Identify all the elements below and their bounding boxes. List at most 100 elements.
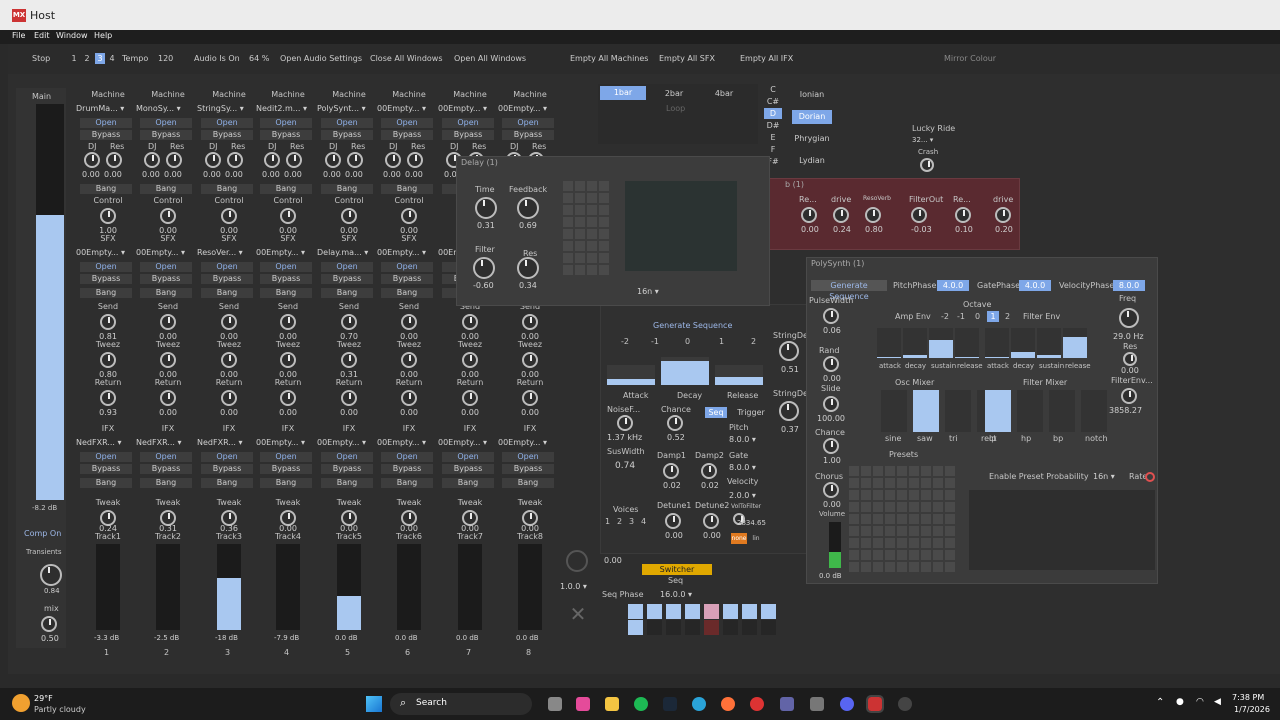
preset-display[interactable]	[969, 490, 1155, 570]
track3-control-knob[interactable]	[221, 208, 237, 224]
track2-machine-select[interactable]: MonoSy... ▾	[136, 104, 181, 113]
track4-open-button[interactable]: Open	[260, 452, 312, 462]
track7-open-button[interactable]: Open	[442, 452, 494, 462]
voice-2[interactable]: 2	[617, 517, 622, 526]
preset-pad[interactable]	[897, 562, 907, 572]
track5-bang-button[interactable]: Bang	[321, 184, 373, 194]
reso-2-knob[interactable]	[865, 207, 881, 223]
preset-pad[interactable]	[849, 538, 859, 548]
note-c[interactable]: C	[764, 84, 782, 95]
preset-pad[interactable]	[885, 538, 895, 548]
track2-number[interactable]: 2	[164, 648, 169, 657]
delay-pad[interactable]	[575, 205, 585, 215]
preset-pad[interactable]	[921, 526, 931, 536]
track8-open-button[interactable]: Open	[502, 118, 554, 128]
preset-pad[interactable]	[921, 490, 931, 500]
preset-pad[interactable]	[933, 490, 943, 500]
octave-minus2[interactable]: -2	[941, 312, 949, 321]
track1-open-button[interactable]: Open	[80, 118, 132, 128]
amp-env-slider[interactable]	[929, 328, 953, 358]
empty-all-machines-button[interactable]: Empty All Machines	[570, 54, 648, 63]
track1-level-meter[interactable]	[96, 544, 120, 630]
note-f[interactable]: F	[764, 144, 782, 155]
mode-ionian[interactable]: Ionian	[792, 88, 832, 102]
track5-control-knob[interactable]	[341, 208, 357, 224]
filter-knob[interactable]	[473, 257, 495, 279]
settings-icon[interactable]	[898, 697, 912, 711]
track1-sfx-select[interactable]: 00Empty... ▾	[76, 248, 125, 257]
track3-bang-button[interactable]: Bang	[201, 478, 253, 488]
audio-status[interactable]: Audio Is On	[194, 54, 240, 63]
clock-time[interactable]: 7:38 PM	[1232, 693, 1264, 702]
delay-pad[interactable]	[587, 265, 597, 275]
track6-sfx-select[interactable]: 00Empty... ▾	[377, 248, 426, 257]
seq-phase-select[interactable]: 16.0.0 ▾	[660, 590, 692, 599]
track4-level-meter[interactable]	[276, 544, 300, 630]
filter-mixer-slider[interactable]	[1017, 390, 1043, 432]
preset-pad[interactable]	[897, 502, 907, 512]
track5-tweez-knob[interactable]	[341, 352, 357, 368]
track2-ifx-select[interactable]: NedFXR... ▾	[136, 438, 182, 447]
track7-level-meter[interactable]	[458, 544, 482, 630]
voice-4[interactable]: 4	[641, 517, 646, 526]
track3-ifx-select[interactable]: NedFXR... ▾	[197, 438, 243, 447]
track2-open-button[interactable]: Open	[140, 262, 192, 272]
preset-pad[interactable]	[909, 538, 919, 548]
mode-phrygian[interactable]: Phrygian	[792, 132, 832, 146]
track3-bypass-button[interactable]: Bypass	[201, 274, 253, 284]
stringdec-knob-1[interactable]	[779, 341, 799, 361]
damp2-knob[interactable]	[701, 463, 717, 479]
preset-pad[interactable]	[873, 514, 883, 524]
track1-tweez-knob[interactable]	[100, 352, 116, 368]
delay-pad[interactable]	[599, 253, 609, 263]
delay-pad[interactable]	[599, 241, 609, 251]
open-all-windows-button[interactable]: Open All Windows	[454, 54, 526, 63]
delay-pad[interactable]	[563, 181, 573, 191]
mode-lydian[interactable]: Lydian	[792, 154, 832, 168]
track8-bang-button[interactable]: Bang	[502, 478, 554, 488]
track3-open-button[interactable]: Open	[201, 262, 253, 272]
delay-pad-grid[interactable]	[563, 181, 609, 275]
track4-control-knob[interactable]	[280, 208, 296, 224]
preset-pad[interactable]	[921, 502, 931, 512]
preset-pad[interactable]	[945, 502, 955, 512]
delay-pad[interactable]	[575, 217, 585, 227]
discord-icon[interactable]	[840, 697, 854, 711]
preset-pad[interactable]	[909, 550, 919, 560]
pulsewidth-knob[interactable]	[823, 308, 839, 324]
mode-dorian[interactable]: Dorian	[792, 110, 832, 124]
preset-pad[interactable]	[945, 466, 955, 476]
track1-control-knob[interactable]	[100, 208, 116, 224]
volume-meter[interactable]	[829, 522, 841, 568]
1bar-button[interactable]: 1bar	[600, 86, 646, 100]
step-minus1[interactable]: -1	[651, 337, 659, 346]
env-attack-slider[interactable]	[607, 365, 655, 385]
track5-machine-select[interactable]: PolySynt... ▾	[317, 104, 366, 113]
track3-res-knob[interactable]	[227, 152, 243, 168]
preset-pad[interactable]	[861, 514, 871, 524]
seq-step[interactable]	[723, 604, 738, 619]
velphase-value[interactable]: 8.0.0	[1113, 280, 1145, 291]
note-dsharp[interactable]: D#	[764, 120, 782, 131]
preset-pad[interactable]	[897, 526, 907, 536]
preset-pad[interactable]	[885, 490, 895, 500]
preset-pad[interactable]	[933, 526, 943, 536]
step-minus2[interactable]: -2	[621, 337, 629, 346]
octave-2[interactable]: 2	[1005, 312, 1010, 321]
track4-send-knob[interactable]	[280, 314, 296, 330]
track2-ret-knob[interactable]	[160, 390, 176, 406]
track2-bypass-button[interactable]: Bypass	[140, 130, 192, 140]
track2-bang-button[interactable]: Bang	[140, 184, 192, 194]
delay-pad[interactable]	[587, 241, 597, 251]
filter-env-slider[interactable]	[1063, 328, 1087, 358]
track3-bang-button[interactable]: Bang	[201, 184, 253, 194]
track3-open-button[interactable]: Open	[201, 452, 253, 462]
track5-res-knob[interactable]	[347, 152, 363, 168]
track4-dj-knob[interactable]	[264, 152, 280, 168]
track1-bypass-button[interactable]: Bypass	[80, 274, 132, 284]
open-audio-settings-button[interactable]: Open Audio Settings	[280, 54, 362, 63]
track6-res-knob[interactable]	[407, 152, 423, 168]
menu-edit[interactable]: Edit	[34, 31, 50, 40]
delay-pad[interactable]	[587, 205, 597, 215]
track2-send-knob[interactable]	[160, 314, 176, 330]
